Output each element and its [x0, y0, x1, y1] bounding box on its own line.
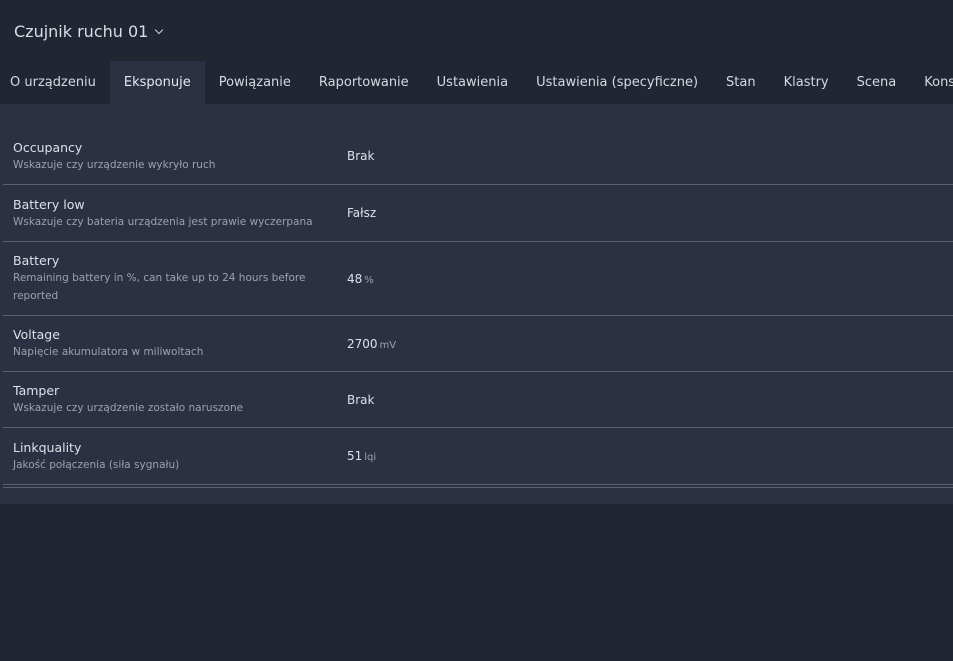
- expose-row-linkquality: Linkquality Jakość połączenia (siła sygn…: [3, 428, 953, 485]
- tab-exposes[interactable]: Eksponuje: [109, 61, 205, 104]
- tab-console[interactable]: Konsola: [910, 61, 953, 104]
- device-title: Czujnik ruchu 01: [14, 22, 149, 41]
- expose-value: 2700 mV: [347, 337, 396, 351]
- tab-state[interactable]: Stan: [712, 61, 770, 104]
- expose-description: Remaining battery in %, can take up to 2…: [13, 272, 306, 302]
- expose-description: Wskazuje czy urządzenie wykryło ruch: [13, 158, 216, 171]
- exposes-panel: Occupancy Wskazuje czy urządzenie wykrył…: [0, 104, 953, 504]
- expose-name: Voltage: [13, 327, 60, 342]
- expose-row-voltage: Voltage Napięcie akumulatora w miliwolta…: [3, 316, 953, 372]
- value-text: Brak: [347, 392, 375, 407]
- value-text: 51: [347, 449, 363, 463]
- value-text: 2700: [347, 336, 378, 351]
- tab-settings[interactable]: Ustawienia: [423, 61, 522, 104]
- expose-description: Wskazuje czy urządzenie zostało naruszon…: [13, 402, 244, 414]
- expose-name: Battery: [13, 253, 60, 268]
- expose-row-tamper: Tamper Wskazuje czy urządzenie zostało n…: [3, 372, 953, 428]
- value-unit: mV: [379, 339, 397, 351]
- value-text: 48: [347, 271, 363, 286]
- tab-scene[interactable]: Scena: [843, 61, 911, 104]
- expose-row-occupancy: Occupancy Wskazuje czy urządzenie wykrył…: [3, 128, 953, 185]
- value-unit: lqi: [364, 452, 377, 463]
- tab-about[interactable]: O urządzeniu: [0, 61, 110, 104]
- expose-value: 48%: [347, 272, 374, 286]
- tab-settings-specific[interactable]: Ustawienia (specyficzne): [522, 61, 712, 104]
- expose-value: Brak: [347, 393, 376, 407]
- expose-description: Napięcie akumulatora w miliwoltach: [13, 346, 204, 358]
- exposes-list: Occupancy Wskazuje czy urządzenie wykrył…: [3, 128, 953, 485]
- tab-bind[interactable]: Powiązanie: [205, 61, 305, 104]
- device-selector[interactable]: Czujnik ruchu 01: [14, 22, 164, 41]
- expose-description: Wskazuje czy bateria urządzenia jest pra…: [13, 215, 313, 228]
- value-text: Fałsz: [347, 206, 377, 220]
- tab-bar: O urządzeniu Eksponuje Powiązanie Raport…: [0, 61, 953, 104]
- expose-name: Linkquality: [13, 439, 82, 455]
- chevron-down-icon: [155, 25, 164, 35]
- expose-row-battery-low: Battery low Wskazuje czy bateria urządze…: [3, 185, 953, 242]
- value-text: Brak: [347, 149, 375, 163]
- expose-name: Battery low: [13, 196, 85, 212]
- device-header: Czujnik ruchu 01: [0, 0, 953, 61]
- expose-description: Jakość połączenia (siła sygnału): [13, 458, 180, 471]
- tab-reporting[interactable]: Raportowanie: [305, 61, 423, 104]
- expose-value: 51 lqi: [347, 449, 376, 463]
- value-unit: %: [364, 274, 374, 286]
- expose-name: Tamper: [13, 383, 60, 398]
- expose-value: Brak: [347, 149, 376, 163]
- expose-row-battery: Battery Remaining battery in %, can take…: [3, 242, 953, 316]
- tab-clusters[interactable]: Klastry: [770, 61, 843, 104]
- list-end-divider: [3, 485, 953, 488]
- expose-value: Fałsz: [347, 206, 378, 220]
- expose-name: Occupancy: [13, 139, 83, 155]
